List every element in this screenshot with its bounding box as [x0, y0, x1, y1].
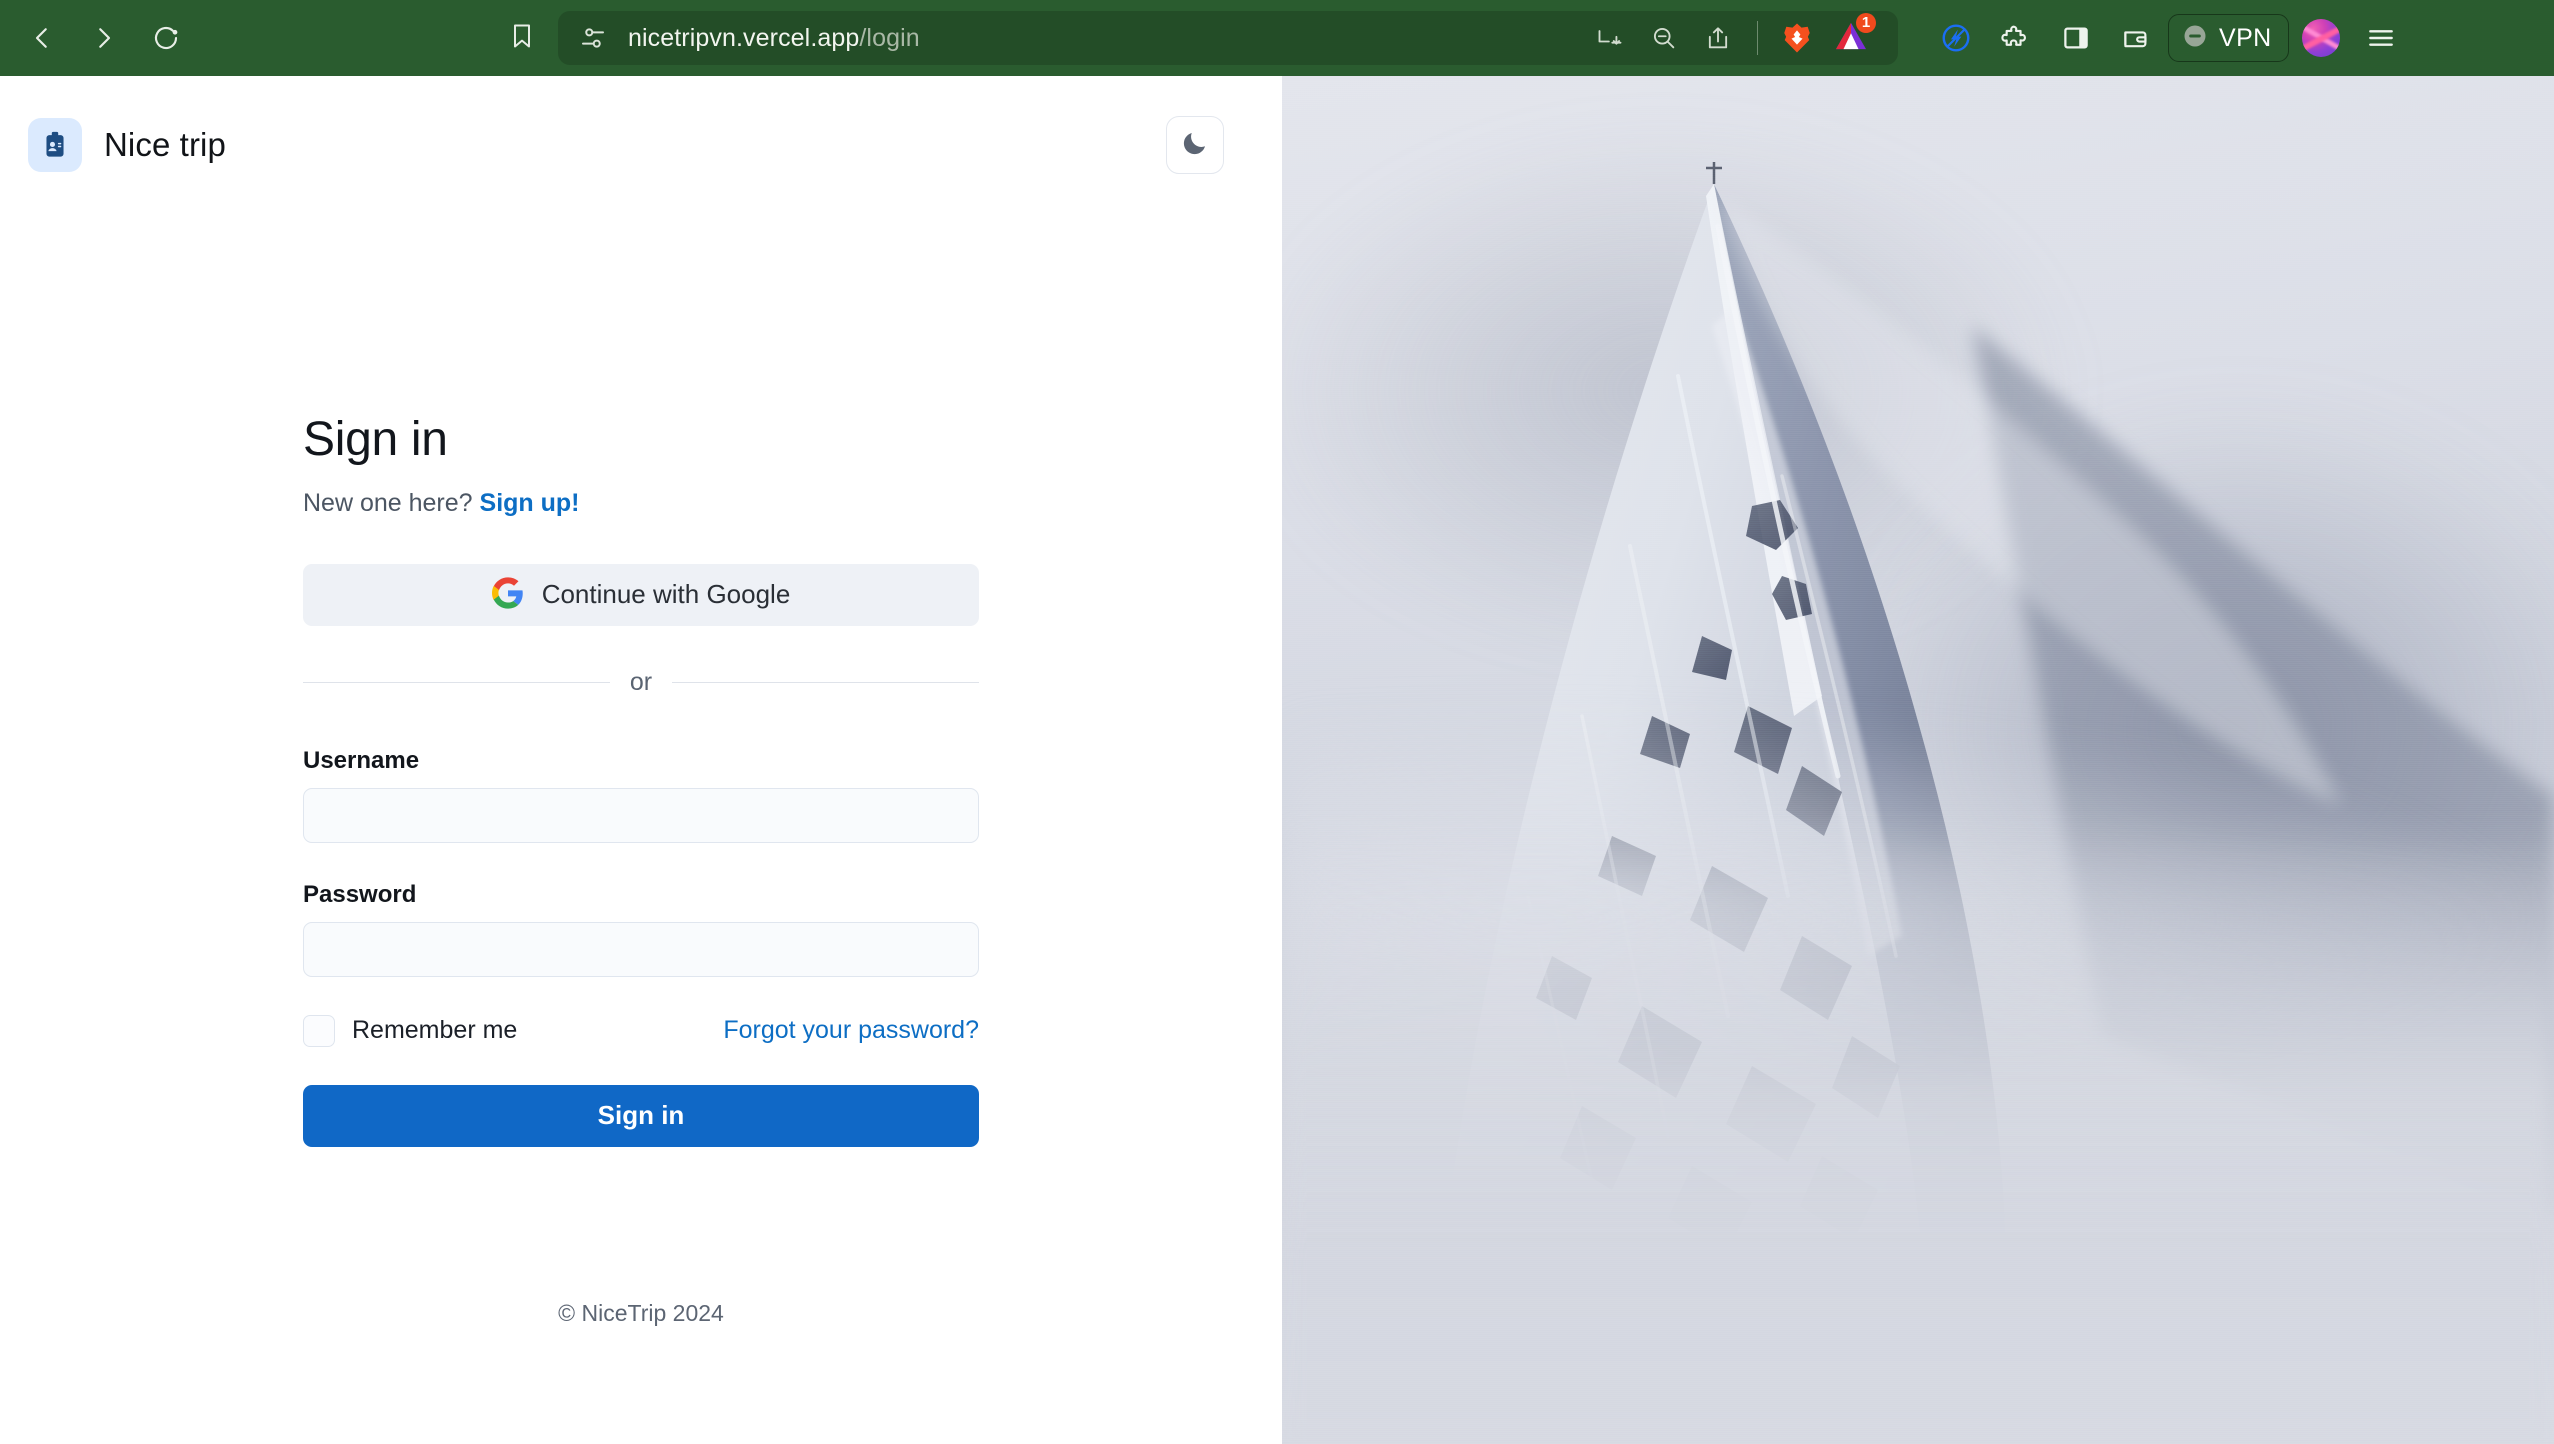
browser-toolbar: nicetripvn.vercel.app/login 1 VPN: [0, 0, 2554, 76]
hamburger-menu-icon: [2365, 22, 2397, 54]
toolbar-right-actions: VPN: [1928, 10, 2425, 66]
chevron-left-icon: [27, 23, 57, 53]
reload-icon: [151, 23, 181, 53]
username-input[interactable]: [303, 787, 979, 843]
download-icon: [1596, 24, 1624, 52]
profile-button[interactable]: [2293, 10, 2349, 66]
divider-line-right: [672, 681, 980, 683]
address-bar[interactable]: nicetripvn.vercel.app/login 1: [558, 11, 1898, 65]
sidebar-button[interactable]: [2048, 10, 2104, 66]
remember-me-label: Remember me: [352, 1016, 518, 1045]
signin-form: Sign in New one here? Sign up! Continue …: [303, 413, 980, 1147]
brave-lion-icon: [1782, 22, 1812, 54]
address-bar-actions: 1: [1585, 13, 1876, 63]
signup-prompt: New one here? Sign up!: [303, 489, 979, 518]
profile-avatar-icon: [2301, 19, 2340, 57]
divider-line-left: [303, 681, 610, 683]
bookmark-icon: [508, 22, 536, 55]
theme-toggle-button[interactable]: [1166, 116, 1224, 174]
footer-copyright: © NiceTrip 2024: [558, 1300, 724, 1326]
brave-rewards-button[interactable]: 1: [1826, 13, 1876, 63]
navigation-buttons: [0, 10, 194, 66]
divider-or: or: [303, 667, 980, 697]
hero-image: [1282, 76, 2554, 1444]
share-button[interactable]: [1693, 13, 1743, 63]
reload-button[interactable]: [138, 10, 194, 66]
moon-icon: [1180, 128, 1210, 163]
speedreader-button[interactable]: [1928, 10, 1984, 66]
back-button[interactable]: [14, 10, 70, 66]
vpn-label: VPN: [2219, 23, 2272, 52]
forgot-password-link[interactable]: Forgot your password?: [723, 1016, 979, 1045]
login-panel: Nice trip Sign in New one here? Sign up!: [0, 76, 1282, 1444]
browser-menu-button[interactable]: [2353, 10, 2409, 66]
brand-name: Nice trip: [104, 126, 226, 163]
url-path: /login: [859, 23, 920, 52]
share-icon: [1704, 24, 1732, 52]
signup-prompt-text: New one here?: [303, 488, 473, 517]
page-title: Sign in: [303, 413, 448, 466]
mountain-scene: [1282, 76, 2554, 1444]
zoom-out-button[interactable]: [1639, 13, 1689, 63]
wallet-icon: [2121, 23, 2151, 53]
wallet-button[interactable]: [2108, 10, 2164, 66]
forward-button[interactable]: [76, 10, 132, 66]
field-password: Password: [303, 881, 979, 977]
sidebar-panel-icon: [2061, 23, 2091, 53]
username-label: Username: [303, 746, 420, 774]
id-badge-icon: [28, 118, 82, 172]
form-options-row: Remember me Forgot your password?: [303, 1014, 979, 1047]
url-host: nicetripvn.vercel.app: [628, 23, 860, 52]
google-button-label: Continue with Google: [541, 579, 791, 610]
url-text: nicetripvn.vercel.app/login: [628, 24, 920, 53]
signup-link[interactable]: Sign up!: [480, 489, 580, 517]
bookmark-button[interactable]: [494, 10, 550, 66]
password-input[interactable]: [303, 921, 979, 977]
brand-header[interactable]: Nice trip: [28, 118, 226, 172]
google-g-icon: [491, 577, 524, 612]
vpn-button[interactable]: VPN: [2168, 14, 2289, 62]
puzzle-extensions-icon: [2000, 22, 2032, 54]
field-username: Username: [303, 747, 979, 843]
signin-submit-button[interactable]: Sign in: [303, 1084, 979, 1147]
continue-with-google-button[interactable]: Continue with Google: [303, 563, 979, 626]
zoom-out-icon: [1650, 24, 1678, 52]
rewards-badge: 1: [1856, 13, 1876, 33]
image-grain-overlay: [1282, 76, 2554, 1444]
sliders-icon[interactable]: [576, 21, 610, 55]
remember-me-control[interactable]: Remember me: [303, 1014, 518, 1047]
password-label: Password: [303, 880, 417, 908]
vpn-disconnected-icon: [2181, 22, 2209, 55]
remember-me-checkbox[interactable]: [303, 1014, 335, 1047]
extensions-button[interactable]: [1988, 10, 2044, 66]
chevron-right-icon: [89, 23, 119, 53]
speedreader-bolt-icon: [1940, 22, 1972, 54]
page-content: Nice trip Sign in New one here? Sign up!: [0, 76, 2554, 1444]
divider-label: or: [629, 667, 653, 696]
toolbar-divider: [1757, 21, 1758, 55]
download-button[interactable]: [1585, 13, 1635, 63]
brave-shields-button[interactable]: [1772, 13, 1822, 63]
